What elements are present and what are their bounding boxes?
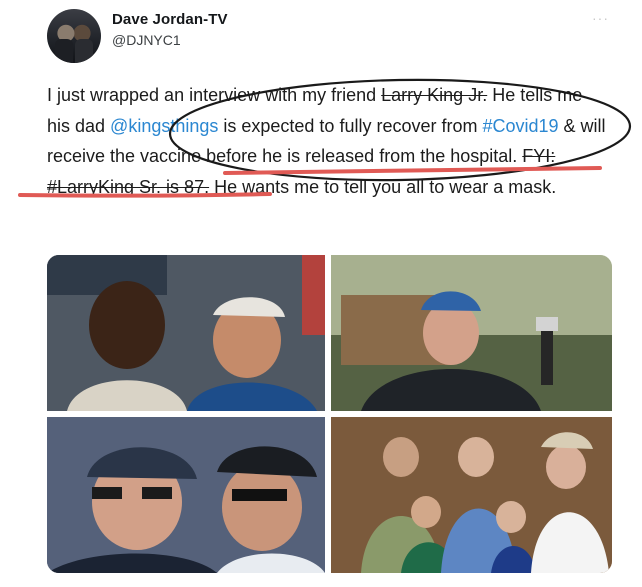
photo-top-left-art bbox=[47, 255, 325, 411]
photo-bottom-left[interactable] bbox=[47, 417, 325, 573]
more-dots-icon[interactable]: ··· bbox=[592, 10, 609, 26]
photo-bottom-left-art bbox=[47, 417, 325, 573]
profile-avatar[interactable] bbox=[47, 9, 101, 63]
avatar-figure-left bbox=[55, 39, 73, 63]
photo-top-left[interactable] bbox=[47, 255, 325, 411]
tweet-card: Dave Jordan-TV @DJNYC1 ··· I just wrappe… bbox=[0, 0, 642, 587]
photo-grid bbox=[47, 255, 612, 573]
hashtag-link-covid19[interactable]: #Covid19 bbox=[482, 116, 558, 136]
photo-bottom-right-art bbox=[331, 417, 612, 573]
photo-bottom-right[interactable] bbox=[331, 417, 612, 573]
photo-top-right-art bbox=[331, 255, 612, 411]
tweet-text-name: Larry King Jr. bbox=[381, 85, 488, 105]
tweet-text-part: He wants me to tell you all to wear a ma… bbox=[209, 176, 557, 197]
tweet-text-part: is expected to fully recover from bbox=[218, 115, 483, 136]
user-handle[interactable]: @DJNYC1 bbox=[112, 32, 181, 48]
photo-top-right[interactable] bbox=[331, 255, 612, 411]
mention-link[interactable]: @kingsthings bbox=[110, 116, 218, 136]
display-name[interactable]: Dave Jordan-TV bbox=[112, 11, 228, 28]
avatar-figure-right bbox=[75, 39, 93, 63]
tweet-text: I just wrapped an interview with my frie… bbox=[47, 80, 607, 202]
tweet-text-part: I just wrapped an interview with my frie… bbox=[47, 85, 382, 105]
